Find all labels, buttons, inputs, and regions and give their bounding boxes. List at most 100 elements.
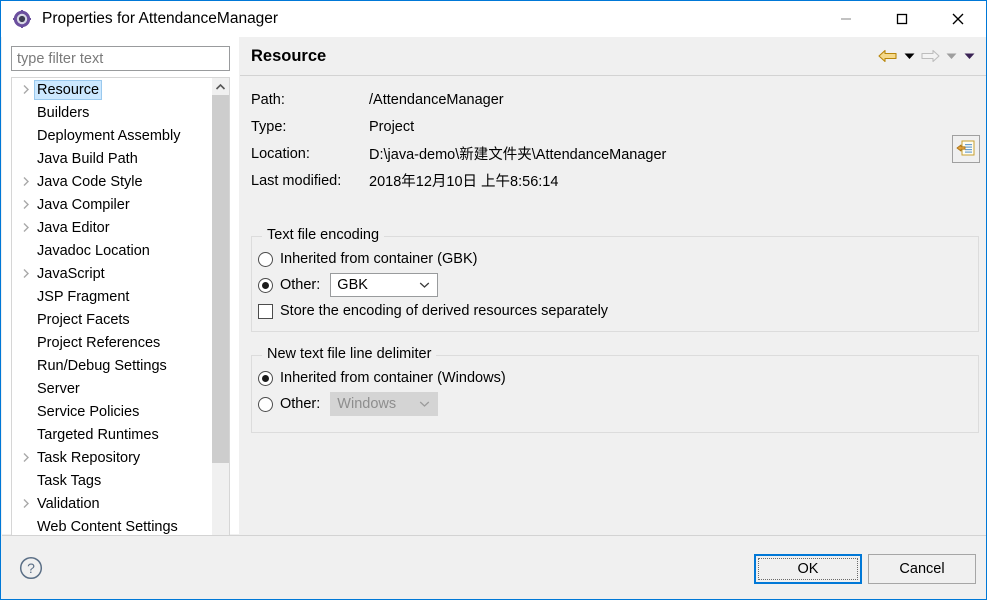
sidebar-item-label: Java Code Style <box>37 173 143 190</box>
sidebar-item-label: Deployment Assembly <box>37 127 181 144</box>
sidebar-item-jsp-fragment[interactable]: JSP Fragment <box>12 285 212 308</box>
sidebar-item-javadoc-location[interactable]: Javadoc Location <box>12 239 212 262</box>
delimiter-other-label: Other: <box>280 396 321 412</box>
chevron-right-icon[interactable] <box>18 266 34 282</box>
encoding-group-title: Text file encoding <box>262 227 385 243</box>
encoding-other-label: Other: <box>280 277 321 293</box>
delimiter-other-row[interactable]: Other: Windows <box>252 391 978 417</box>
encoding-inherited-radio[interactable] <box>258 251 273 267</box>
scroll-up-arrow-icon[interactable] <box>212 78 229 95</box>
delimiter-group-title: New text file line delimiter <box>262 346 437 362</box>
sidebar-item-java-code-style[interactable]: Java Code Style <box>12 170 212 193</box>
sidebar-item-project-facets[interactable]: Project Facets <box>12 308 212 331</box>
delimiter-inherited-radio[interactable] <box>258 370 273 386</box>
chevron-right-icon[interactable] <box>18 450 34 466</box>
encoding-other-radio[interactable] <box>258 277 273 293</box>
chevron-right-icon[interactable] <box>18 82 34 98</box>
forward-history-chevron-down-icon <box>942 45 960 67</box>
sidebar-item-run-debug-settings[interactable]: Run/Debug Settings <box>12 354 212 377</box>
sidebar-item-label: Resource <box>34 79 103 100</box>
sidebar-item-label: Web Content Settings <box>37 518 178 535</box>
view-menu-chevron-down-icon[interactable] <box>960 45 978 67</box>
sidebar-item-label: Task Tags <box>37 472 102 489</box>
maximize-button[interactable] <box>874 1 930 37</box>
dialog-footer: ? OK Cancel http://blog.csdn.net/qq_4143… <box>2 535 986 599</box>
chevron-down-icon <box>419 274 430 296</box>
sidebar-item-label: Service Policies <box>37 403 140 420</box>
sidebar-item-task-tags[interactable]: Task Tags <box>12 469 212 492</box>
sidebar-item-service-policies[interactable]: Service Policies <box>12 400 212 423</box>
store-derived-row[interactable]: Store the encoding of derived resources … <box>252 298 978 324</box>
sidebar-item-project-references[interactable]: Project References <box>12 331 212 354</box>
sidebar-item-builders[interactable]: Builders <box>12 101 212 124</box>
encoding-combo[interactable]: GBK <box>330 273 439 297</box>
last-modified-label: Last modified: <box>251 172 342 189</box>
chevron-down-icon <box>419 393 430 415</box>
sidebar-item-label: Server <box>37 380 80 397</box>
delimiter-other-radio[interactable] <box>258 396 273 412</box>
sidebar-item-label: Java Editor <box>37 219 110 236</box>
line-delimiter-group: New text file line delimiter Inherited f… <box>251 346 979 433</box>
sidebar-item-label: Run/Debug Settings <box>37 357 167 374</box>
type-label: Type: <box>251 118 287 135</box>
sidebar-item-java-editor[interactable]: Java Editor <box>12 216 212 239</box>
window-title: Properties for AttendanceManager <box>42 10 279 27</box>
sidebar-item-server[interactable]: Server <box>12 377 212 400</box>
info-row-path: Path: /AttendanceManager <box>251 86 951 113</box>
properties-dialog: Properties for AttendanceManager Resourc… <box>0 0 987 600</box>
sidebar-item-task-repository[interactable]: Task Repository <box>12 446 212 469</box>
title-bar: Properties for AttendanceManager <box>1 1 986 37</box>
path-value: /AttendanceManager <box>369 91 504 108</box>
last-modified-value: 2018年12月10日 上午8:56:14 <box>369 174 559 190</box>
resolved-location-button[interactable] <box>952 135 980 163</box>
chevron-right-icon[interactable] <box>18 220 34 236</box>
minimize-button[interactable] <box>818 1 874 37</box>
delimiter-inherited-label: Inherited from container (Windows) <box>280 370 506 386</box>
ok-button[interactable]: OK <box>754 554 862 584</box>
sidebar-item-java-compiler[interactable]: Java Compiler <box>12 193 212 216</box>
tree-scrollbar[interactable] <box>211 78 229 569</box>
delimiter-combo-value: Windows <box>337 396 397 412</box>
forward-arrow-icon <box>918 45 942 67</box>
encoding-other-row[interactable]: Other: GBK <box>252 272 978 298</box>
sidebar-item-targeted-runtimes[interactable]: Targeted Runtimes <box>12 423 212 446</box>
store-derived-checkbox[interactable] <box>258 303 273 319</box>
scrollbar-track[interactable] <box>212 95 229 552</box>
sidebar-item-resource[interactable]: Resource <box>12 78 212 101</box>
sidebar-item-label: Validation <box>37 495 100 512</box>
sidebar-item-deployment-assembly[interactable]: Deployment Assembly <box>12 124 212 147</box>
back-arrow-icon[interactable] <box>876 45 900 67</box>
filter-input[interactable] <box>11 46 230 71</box>
back-history-chevron-down-icon[interactable] <box>900 45 918 67</box>
help-icon[interactable]: ? <box>19 556 43 580</box>
close-icon[interactable] <box>930 1 986 37</box>
delimiter-inherited-row[interactable]: Inherited from container (Windows) <box>252 365 978 391</box>
chevron-right-icon[interactable] <box>18 174 34 190</box>
scrollbar-thumb[interactable] <box>212 95 229 463</box>
location-label: Location: <box>251 145 310 162</box>
sidebar-item-label: Project Facets <box>37 311 130 328</box>
location-value: D:\java-demo\新建文件夹\AttendanceManager <box>369 147 667 163</box>
sidebar-item-label: Builders <box>37 104 90 121</box>
store-derived-label: Store the encoding of derived resources … <box>280 303 609 319</box>
type-value: Project <box>369 118 415 135</box>
encoding-inherited-row[interactable]: Inherited from container (GBK) <box>252 246 978 272</box>
cancel-button[interactable]: Cancel <box>868 554 976 584</box>
sidebar: Resource Builders Deployment Assembly Java … <box>2 37 239 569</box>
sidebar-item-validation[interactable]: Validation <box>12 492 212 515</box>
encoding-inherited-label: Inherited from container (GBK) <box>280 251 478 267</box>
chevron-right-icon[interactable] <box>18 197 34 213</box>
sidebar-item-java-build-path[interactable]: Java Build Path <box>12 147 212 170</box>
chevron-right-icon[interactable] <box>18 496 34 512</box>
sidebar-item-javascript[interactable]: JavaScript <box>12 262 212 285</box>
